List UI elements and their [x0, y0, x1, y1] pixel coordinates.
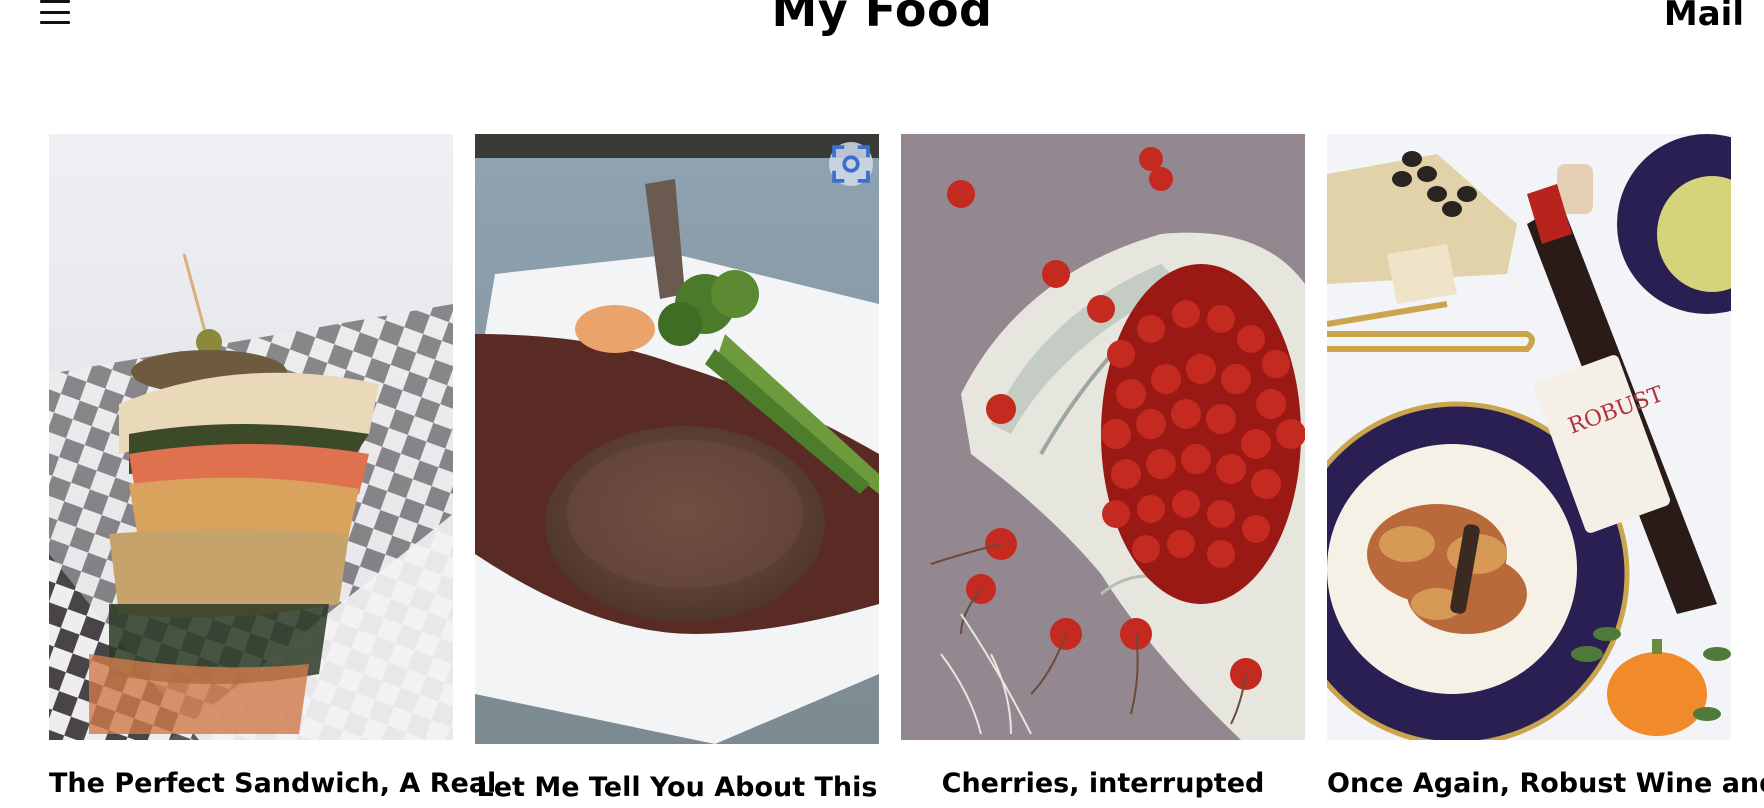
post-title[interactable]: The Perfect Sandwich, A Real — [49, 766, 496, 802]
sandwich-photo[interactable] — [49, 134, 453, 740]
post-title[interactable]: Cherries, interrupted — [901, 766, 1305, 802]
wine-pasta-photo[interactable]: ROBUST — [1327, 134, 1731, 740]
post-title[interactable]: Once Again, Robust Wine and — [1327, 766, 1764, 802]
post-card-cherries[interactable]: Cherries, interrupted — [901, 134, 1305, 802]
steak-photo[interactable] — [475, 134, 879, 744]
post-card-sandwich[interactable]: The Perfect Sandwich, A Real — [49, 134, 496, 802]
site-header: My Food Mail — [0, 0, 1764, 60]
mail-link[interactable]: Mail — [1664, 0, 1744, 38]
post-title[interactable]: Let Me Tell You About This — [475, 770, 879, 806]
post-card-steak[interactable]: Let Me Tell You About This — [475, 134, 879, 806]
site-title: My Food — [771, 0, 993, 37]
cherries-photo[interactable] — [901, 134, 1305, 740]
post-card-wine-pasta[interactable]: ROBUST Once Again, Robust Wine and — [1327, 134, 1764, 802]
visual-search-icon[interactable] — [829, 142, 873, 186]
